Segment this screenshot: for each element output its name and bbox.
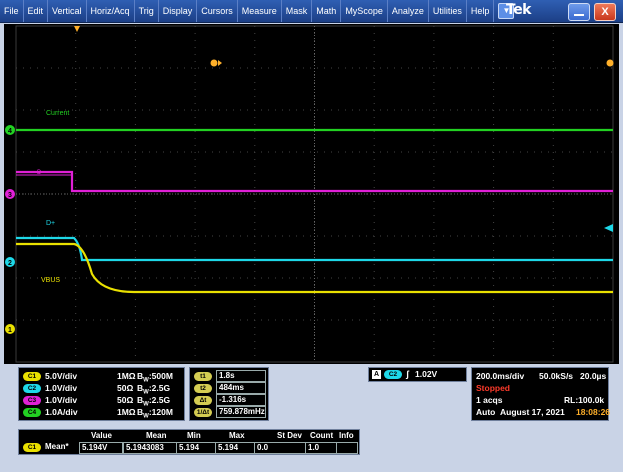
menu-mask[interactable]: Mask (282, 0, 313, 22)
meas-header-stdev: St Dev (277, 431, 302, 440)
acquisition-count: 1 acqs (476, 395, 503, 405)
c1-bandwidth: BW:500M (137, 371, 173, 384)
meas-stdev: 0.0 (254, 442, 306, 454)
menu-display[interactable]: Display (159, 0, 198, 22)
menu-trig[interactable]: Trig (135, 0, 159, 22)
waveform-display[interactable]: Current D- D+ VBUS 4 3 2 1 (4, 24, 619, 364)
trigger-position-marker (74, 26, 80, 32)
menu-file[interactable]: File (0, 0, 24, 22)
c4-impedance: 1MΩ (117, 407, 136, 417)
trigger-mode-badge: A (372, 370, 381, 379)
meas-count: 1.0 (305, 442, 337, 454)
meas-header-max: Max (229, 431, 245, 440)
resolution: 20.0µs (580, 371, 607, 381)
svg-text:2: 2 (8, 260, 12, 267)
close-button[interactable]: X (594, 3, 616, 21)
measurement-box[interactable]: Value Mean Min Max St Dev Count Info C1 … (18, 429, 360, 455)
time: 18:08:26 (576, 407, 611, 417)
meas-min: 5.194 (176, 442, 216, 454)
meas-header-value: Value (91, 431, 112, 440)
menu-math[interactable]: Math (312, 0, 342, 22)
label-current: Current (46, 110, 69, 117)
svg-text:1: 1 (8, 327, 12, 334)
c1-impedance: 1MΩ (117, 371, 136, 381)
ch3-marker: 3 (5, 189, 15, 199)
menu-cursors[interactable]: Cursors (197, 0, 238, 22)
cursor-delta-value: -1.316s (216, 394, 266, 406)
c1-scale: 5.0V/div (45, 371, 78, 381)
menu-edit[interactable]: Edit (24, 0, 49, 22)
c2-scale: 1.0V/div (45, 383, 78, 393)
date: August 17, 2021 (500, 407, 565, 417)
waveform-graticule: Current D- D+ VBUS 4 3 2 1 (5, 25, 614, 363)
trigger-level-marker (604, 224, 613, 232)
rising-edge-icon: ʃ (406, 369, 409, 379)
meas-header-mean: Mean (146, 431, 167, 440)
c3-impedance: 50Ω (117, 395, 134, 405)
cursor-badge-delta: Δt (194, 396, 212, 405)
meas-header-count: Count (310, 431, 334, 440)
c3-bandwidth: BW:2.5G (137, 395, 171, 408)
cursor-t1-value: 1.8s (216, 370, 266, 382)
channel-settings-box[interactable]: C1 5.0V/div 1MΩ BW:500M C2 1.0V/div 50Ω … (18, 367, 185, 421)
meas-mean: 5.1943083 (123, 442, 177, 454)
minimize-button[interactable] (568, 3, 590, 21)
c3-scale: 1.0V/div (45, 395, 78, 405)
status-panel: C1 5.0V/div 1MΩ BW:500M C2 1.0V/div 50Ω … (0, 365, 623, 472)
trigger-source-badge: C2 (384, 370, 402, 379)
meas-name: Mean* (45, 442, 69, 451)
c4-bandwidth: BW:120M (137, 407, 173, 420)
menu-utilities[interactable]: Utilities (429, 0, 467, 22)
menu-myscope[interactable]: MyScope (341, 0, 388, 22)
cursor-freq-value: 759.878mHz (216, 406, 266, 418)
meas-max: 5.194 (215, 442, 255, 454)
c2-impedance: 50Ω (117, 383, 134, 393)
channel-badge-c2[interactable]: C2 (23, 384, 41, 393)
cursor-marker-arrow (218, 60, 222, 66)
menu-measure[interactable]: Measure (238, 0, 282, 22)
cursor-badge-t1: t1 (194, 372, 212, 381)
meas-value: 5.194V (79, 442, 123, 454)
cursor-t2-value: 484ms (216, 382, 266, 394)
meas-channel-badge: C1 (23, 443, 41, 452)
ch2-marker: 2 (5, 257, 15, 267)
channel-badge-c1[interactable]: C1 (23, 372, 41, 381)
svg-text:3: 3 (8, 192, 12, 199)
horizontal-scale: 200.0ms/div (476, 371, 525, 381)
meas-info (336, 442, 358, 454)
cursor-marker-left (210, 59, 218, 67)
sample-rate: 50.0kS/s (539, 371, 574, 381)
menu-horiz-acq[interactable]: Horiz/Acq (87, 0, 135, 22)
c4-scale: 1.0A/div (45, 407, 78, 417)
channel-badge-c3[interactable]: C3 (23, 396, 41, 405)
acquisition-status: Stopped (476, 383, 510, 393)
ch4-marker: 4 (5, 125, 15, 135)
menu-analyze[interactable]: Analyze (388, 0, 429, 22)
horizontal-box[interactable]: 200.0ms/div 50.0kS/s 20.0µs Stopped 1 ac… (471, 367, 611, 421)
record-length: RL:100.0k (564, 395, 605, 405)
cursor-marker-right (606, 59, 614, 67)
meas-header-info: Info (339, 431, 354, 440)
label-dminus: D- (37, 170, 43, 176)
menu-help[interactable]: Help (467, 0, 495, 22)
cursor-badge-t2: t2 (194, 384, 212, 393)
svg-text:4: 4 (8, 128, 12, 135)
label-dplus: D+ (46, 220, 55, 227)
trigger-level: 1.02V (415, 369, 438, 379)
meas-header-min: Min (187, 431, 201, 440)
cursor-readout-box[interactable]: t1 1.8s t2 484ms Δt -1.316s 1/Δt 759.878… (189, 367, 269, 421)
trigger-box[interactable]: A C2 ʃ 1.02V (368, 367, 467, 382)
cursor-badge-freq: 1/Δt (194, 408, 212, 417)
channel-badge-c4[interactable]: C4 (23, 408, 41, 417)
tek-logo: Tek (506, 2, 532, 18)
menu-vertical[interactable]: Vertical (48, 0, 87, 22)
label-vbus: VBUS (41, 277, 60, 284)
ch1-marker: 1 (5, 324, 15, 334)
c2-bandwidth: BW:2.5G (137, 383, 171, 396)
trigger-mode: Auto (476, 407, 496, 417)
